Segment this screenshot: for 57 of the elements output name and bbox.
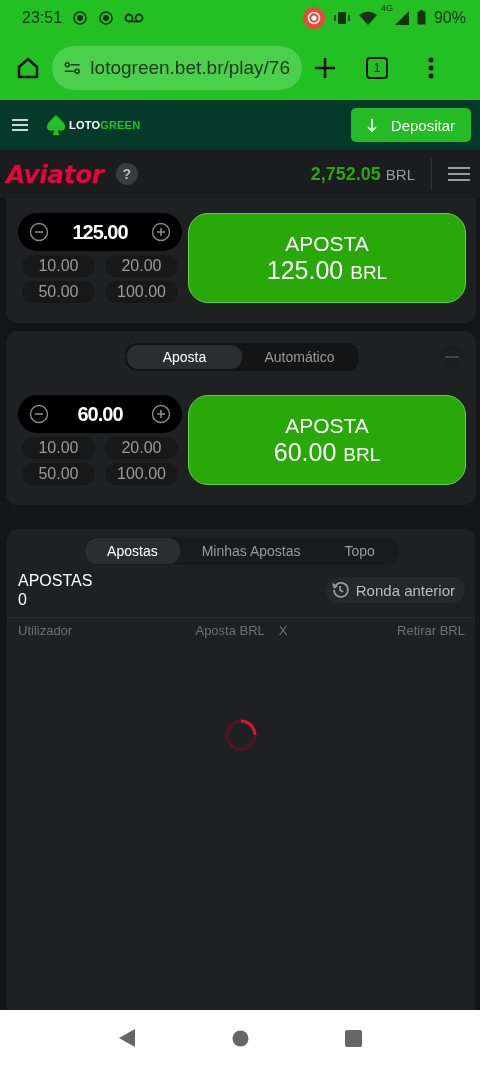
quick-amount-button[interactable]: 10.00 xyxy=(22,255,95,277)
minus-icon[interactable] xyxy=(29,404,49,424)
quick-amount-button[interactable]: 100.00 xyxy=(105,463,178,485)
help-button[interactable]: ? xyxy=(115,163,138,185)
battery-level: 90% xyxy=(433,8,466,27)
plus-icon[interactable] xyxy=(151,404,171,424)
arrow-down-icon xyxy=(366,118,377,132)
column-header: X xyxy=(278,623,289,638)
back-icon[interactable] xyxy=(118,1028,136,1048)
plus-icon[interactable] xyxy=(151,222,171,242)
quick-amount-button[interactable]: 20.00 xyxy=(105,437,178,459)
column-header: Utilizador xyxy=(18,623,74,638)
history-icon xyxy=(329,580,350,600)
recents-icon[interactable] xyxy=(345,1029,362,1047)
quick-amount-button[interactable]: 50.00 xyxy=(22,281,95,303)
menu-icon[interactable] xyxy=(448,166,470,182)
quick-amount-button[interactable]: 100.00 xyxy=(105,281,178,303)
recording-icon xyxy=(302,6,325,29)
record-icon xyxy=(98,9,115,26)
mode-tab[interactable]: Aposta xyxy=(127,345,242,369)
column-header: Aposta BRL xyxy=(194,623,266,638)
signal-icon xyxy=(394,10,409,25)
amount-field[interactable]: 60.00 xyxy=(18,395,182,433)
home-icon[interactable] xyxy=(232,1029,249,1047)
bets-tab[interactable]: Topo xyxy=(322,538,397,564)
record-icon xyxy=(72,9,89,26)
clock: 23:51 xyxy=(22,8,63,27)
balance: 2,752.05 xyxy=(310,163,381,185)
quick-amount-button[interactable]: 50.00 xyxy=(22,463,95,485)
column-header: Retirar BRL xyxy=(397,623,465,638)
menu-icon[interactable] xyxy=(12,118,28,132)
vibrate-icon xyxy=(332,10,351,25)
plus-icon[interactable] xyxy=(314,56,336,79)
logo-text: LOTOGREEN xyxy=(69,119,141,131)
minus-icon[interactable] xyxy=(29,222,49,242)
amount-field[interactable]: 125.00 xyxy=(18,213,182,251)
mode-tab[interactable]: Automático xyxy=(242,345,357,369)
voicemail-icon xyxy=(124,11,145,24)
bets-tab[interactable]: Apostas xyxy=(85,538,180,564)
bets-count: 0 xyxy=(18,590,28,609)
site-settings-icon[interactable] xyxy=(64,59,81,76)
home-icon[interactable] xyxy=(16,55,40,80)
currency: BRL xyxy=(385,165,415,183)
game-logo: Aviator xyxy=(6,159,104,189)
more-options-icon[interactable] xyxy=(428,56,434,79)
spade-icon xyxy=(46,114,66,136)
previous-round-button[interactable]: Ronda anterior xyxy=(325,577,465,603)
battery-icon xyxy=(416,10,426,25)
address-bar[interactable]: lotogreen.bet.br/play/76 xyxy=(52,45,302,90)
bets-tab[interactable]: Minhas Apostas xyxy=(179,538,323,564)
bets-title: APOSTAS xyxy=(18,571,93,590)
quick-amount-button[interactable]: 20.00 xyxy=(105,255,178,277)
tab-count-button[interactable]: 1 xyxy=(366,56,388,79)
minus-icon xyxy=(445,356,459,358)
quick-amount-button[interactable]: 10.00 xyxy=(22,437,95,459)
wifi-icon xyxy=(358,10,377,25)
network-label: 4G xyxy=(380,2,393,13)
